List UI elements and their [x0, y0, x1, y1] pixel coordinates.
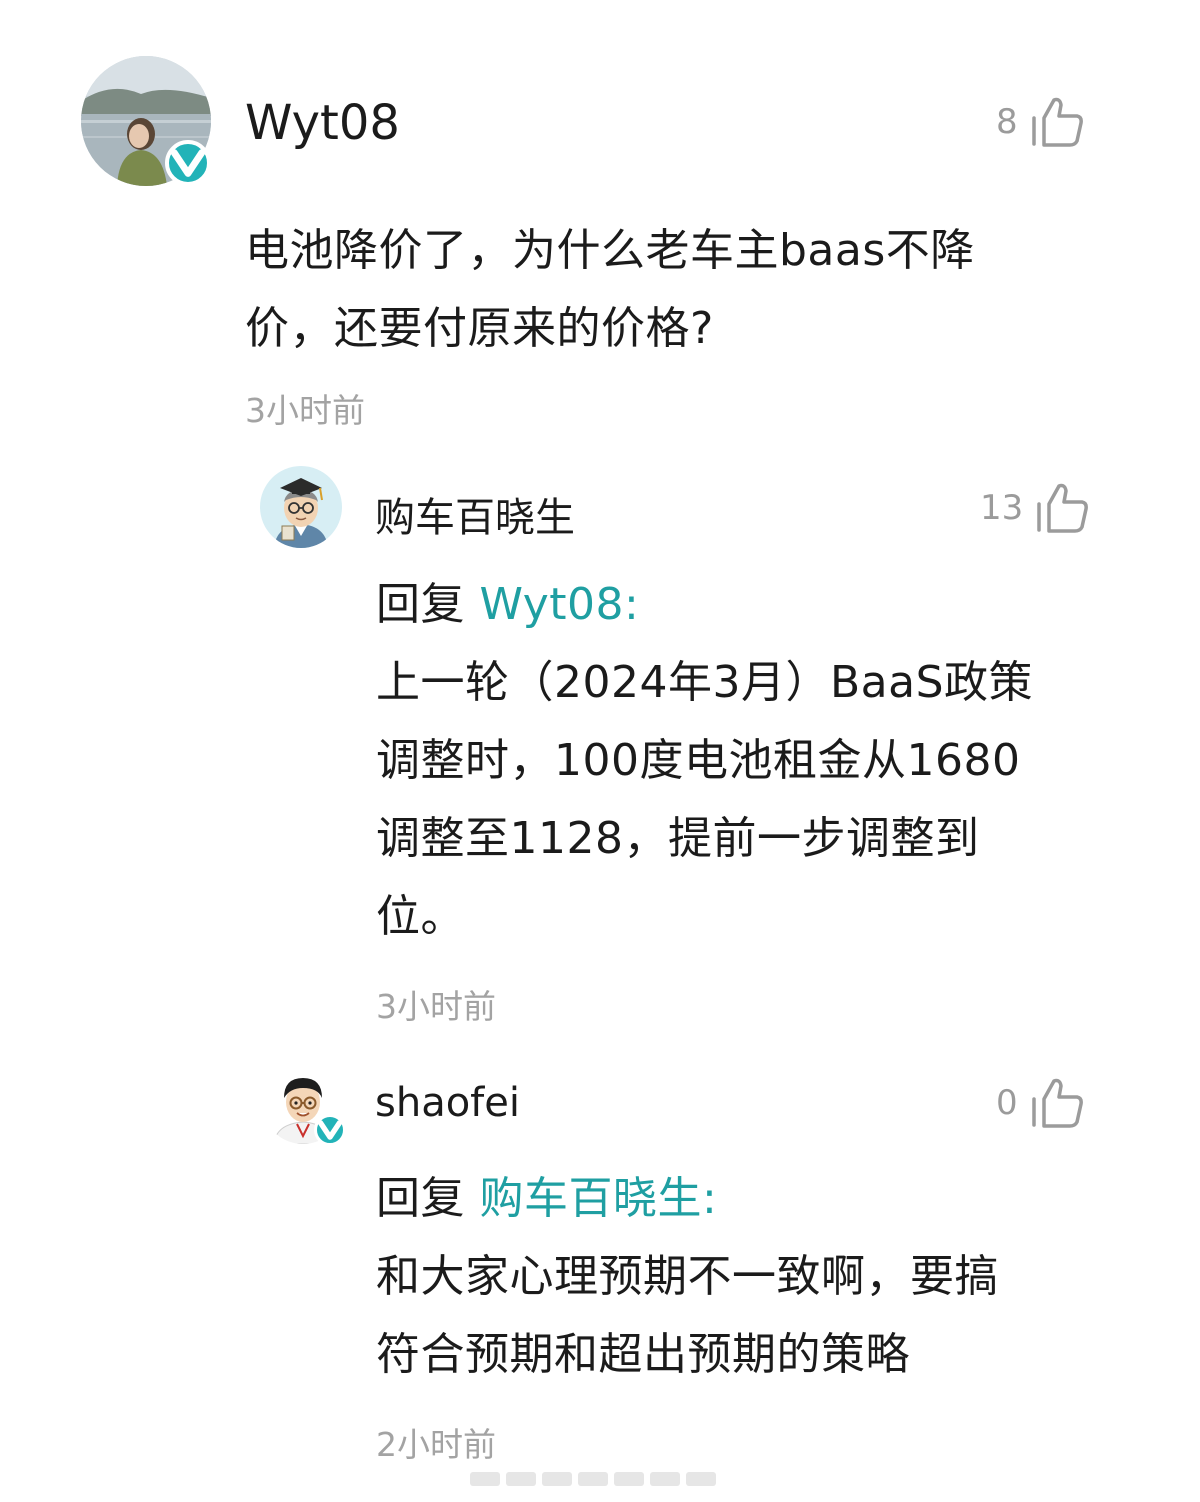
like-count: 8 — [996, 102, 1018, 142]
thumbs-up-icon — [1030, 1077, 1084, 1129]
reply1-text-line: 调整时，100度电池租金从1680 — [376, 735, 1021, 786]
reply2-text-line: 和大家心理预期不一致啊，要搞 — [376, 1251, 999, 1302]
reply2-username[interactable]: shaofei — [375, 1080, 520, 1126]
avatar-cartoon — [260, 466, 342, 548]
avatar-shaofei[interactable] — [262, 1062, 346, 1146]
reply-to-link[interactable]: Wyt08: — [480, 579, 640, 630]
reply-prefix: 回复 — [376, 579, 480, 630]
reply-to-link[interactable]: 购车百晓生: — [480, 1173, 718, 1224]
comment-text-line: 电池降价了，为什么老车主baas不降 — [245, 225, 975, 276]
avatar-gouchebaixiaosheng[interactable] — [260, 466, 342, 548]
like-button[interactable]: 0 — [996, 1077, 1084, 1129]
comment-text-line: 价，还要付原来的价格? — [245, 303, 714, 354]
watermark — [470, 1472, 716, 1486]
reply1-text-line: 位。 — [376, 891, 465, 942]
thumbs-up-icon — [1030, 96, 1084, 148]
reply1-header-line: 回复 Wyt08: — [376, 566, 1033, 644]
reply-prefix: 回复 — [376, 1173, 480, 1224]
verified-badge-icon — [165, 140, 211, 186]
reply2-text-line: 符合预期和超出预期的策略 — [376, 1329, 910, 1380]
comment-username[interactable]: Wyt08 — [245, 95, 400, 151]
reply1-text-line: 调整至1128，提前一步调整到 — [376, 813, 980, 864]
reply1-timestamp: 3小时前 — [376, 987, 496, 1026]
reply1-text: 回复 Wyt08: 上一轮（2024年3月）BaaS政策 调整时，100度电池租… — [376, 566, 1033, 956]
reply1-username[interactable]: 购车百晓生 — [375, 485, 575, 543]
avatar-wyt08[interactable] — [81, 56, 211, 186]
reply2-header-line: 回复 购车百晓生: — [376, 1160, 999, 1238]
like-button[interactable]: 8 — [996, 96, 1084, 148]
comment-text: 电池降价了，为什么老车主baas不降 价，还要付原来的价格? — [245, 212, 975, 368]
like-count: 13 — [980, 488, 1024, 528]
verified-badge-icon — [314, 1114, 346, 1146]
reply2-text: 回复 购车百晓生: 和大家心理预期不一致啊，要搞 符合预期和超出预期的策略 — [376, 1160, 999, 1394]
comment-timestamp: 3小时前 — [245, 391, 365, 430]
like-button[interactable]: 13 — [980, 482, 1089, 534]
thumbs-up-icon — [1035, 482, 1089, 534]
reply2-timestamp: 2小时前 — [376, 1425, 496, 1464]
reply1-text-line: 上一轮（2024年3月）BaaS政策 — [376, 657, 1034, 708]
like-count: 0 — [996, 1083, 1018, 1123]
